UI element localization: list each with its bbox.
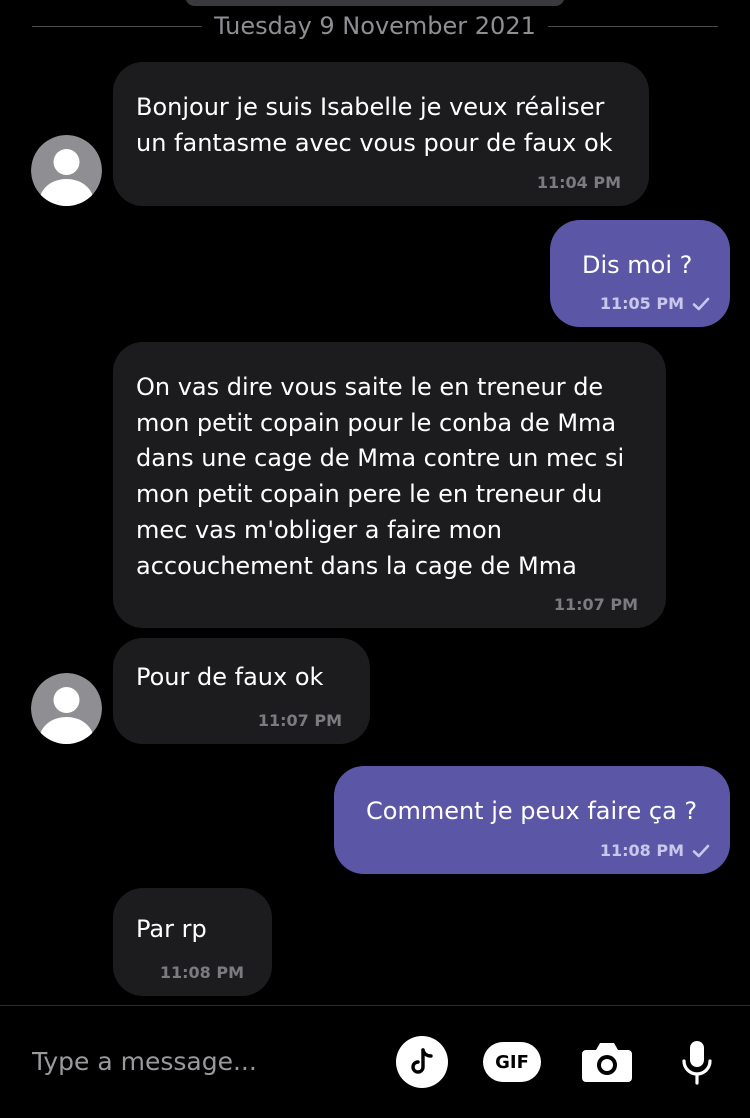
message-line: Pour de faux ok [136, 663, 324, 691]
composer-bar: GIF [0, 1005, 750, 1118]
message-meta: 11:08 PM [600, 841, 710, 860]
message-time: 11:04 PM [536, 173, 621, 192]
message-time: 11:05 PM [599, 294, 684, 313]
message-text: Par rp [136, 912, 248, 948]
message-bubble-incoming[interactable]: Pour de faux ok 11:07 PM [113, 638, 370, 744]
separator-line-right [547, 25, 719, 27]
camera-button[interactable] [580, 1036, 634, 1088]
message-line: dans une cage de Mma contre un mec si [136, 444, 625, 473]
message-line: mec vas m'obliger a faire mon [136, 515, 502, 544]
gif-button[interactable]: GIF [483, 1036, 541, 1088]
message-text: Bonjour je suis Isabelle je veux réalise… [136, 90, 625, 161]
read-check-icon [692, 297, 710, 310]
message-meta: 11:08 PM [160, 963, 244, 982]
message-line: Comment je peux faire ça ? [366, 797, 698, 825]
message-meta: 11:04 PM [537, 173, 621, 192]
message-line: Bonjour je suis Isabelle je veux réalise… [136, 93, 605, 121]
message-bubble-incoming[interactable]: On vas dire vous saite le en treneur de … [113, 342, 666, 628]
avatar-placeholder-icon [31, 673, 102, 744]
message-meta: 11:07 PM [554, 595, 638, 614]
message-meta: 11:05 PM [600, 294, 710, 313]
message-bubble-incoming[interactable]: Par rp 11:08 PM [113, 888, 272, 996]
message-text: Pour de faux ok [136, 660, 346, 696]
message-bubble-outgoing[interactable]: Comment je peux faire ça ? 11:08 PM [334, 766, 730, 874]
avatar-placeholder-icon [31, 135, 102, 206]
message-line: mon petit copain pour le conba de Mma [136, 408, 617, 437]
message-input[interactable] [30, 1038, 364, 1084]
message-meta: 11:07 PM [258, 711, 342, 730]
message-time: 11:08 PM [599, 841, 684, 860]
separator-line-left [32, 25, 203, 27]
message-line: accouchement dans la cage de Mma [136, 551, 577, 580]
message-bubble-outgoing[interactable]: Dis moi ? 11:05 PM [550, 220, 730, 327]
message-time: 11:07 PM [257, 711, 342, 730]
tiktok-icon [396, 1036, 448, 1088]
tiktok-button[interactable] [396, 1036, 448, 1088]
message-text: On vas dire vous saite le en treneur de … [136, 370, 642, 584]
microphone-button[interactable] [680, 1036, 714, 1088]
message-line: mon petit copain pere le en treneur du [136, 480, 603, 509]
camera-icon [582, 1043, 632, 1082]
message-line: un fantasme avec vous pour de faux ok [136, 128, 613, 157]
message-time: 11:07 PM [553, 595, 638, 614]
message-text: Dis moi ? [573, 248, 706, 284]
top-handle [185, 0, 565, 6]
microphone-icon [682, 1041, 712, 1085]
avatar[interactable] [31, 673, 102, 744]
message-text: Comment je peux faire ça ? [357, 794, 706, 830]
gif-icon: GIF [483, 1042, 541, 1082]
date-label: Tuesday 9 November 2021 [214, 12, 536, 40]
avatar[interactable] [31, 135, 102, 206]
message-line: Par rp [136, 915, 207, 943]
message-time: 11:08 PM [159, 963, 244, 982]
message-bubble-incoming[interactable]: Bonjour je suis Isabelle je veux réalise… [113, 62, 649, 206]
read-check-icon [692, 844, 710, 857]
date-separator: Tuesday 9 November 2021 [32, 8, 719, 44]
message-line: Dis moi ? [582, 251, 693, 279]
message-line: On vas dire vous saite le en treneur de [136, 373, 604, 401]
